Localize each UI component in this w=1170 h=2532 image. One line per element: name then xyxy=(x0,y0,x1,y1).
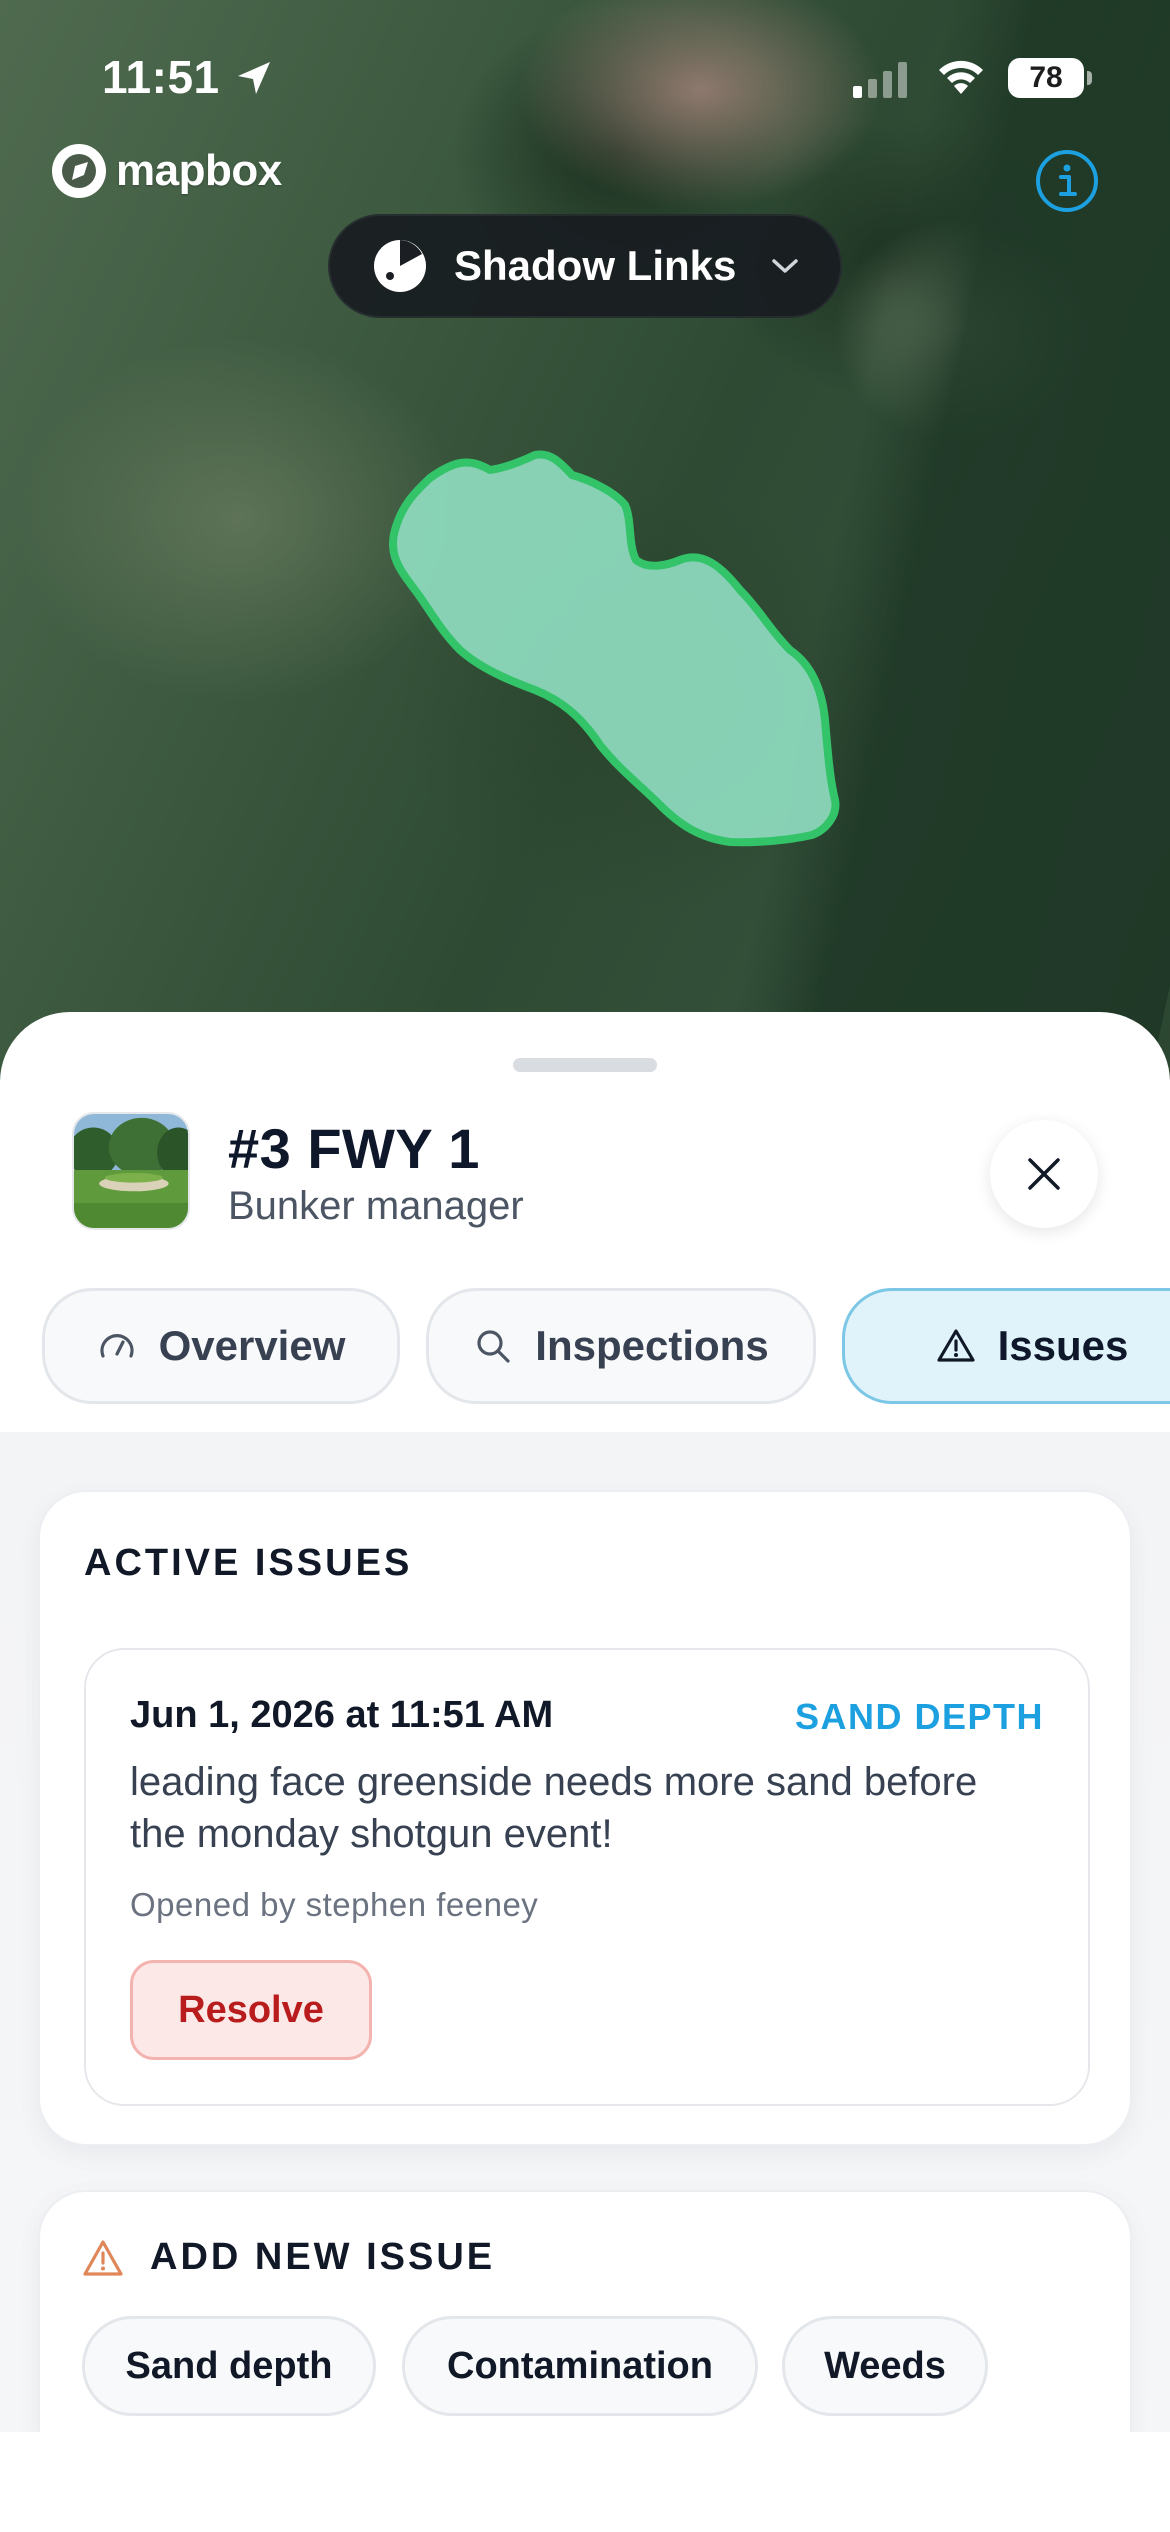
info-icon[interactable] xyxy=(1034,148,1100,214)
golf-course-icon xyxy=(374,240,426,292)
resolve-button[interactable]: Resolve xyxy=(130,1960,372,2060)
add-issue-header: ADD NEW ISSUE xyxy=(82,2236,495,2279)
gauge-icon xyxy=(100,1334,134,1358)
issue-description: leading face greenside needs more sand b… xyxy=(130,1760,978,1856)
add-issue-card: ADD NEW ISSUE Sand depth Contamination W… xyxy=(38,2190,1132,2432)
hole-subtitle: Bunker manager xyxy=(228,1184,524,1228)
tab-bar: Overview Inspections Issues xyxy=(42,1288,1170,1406)
tab-label-overview: Overview xyxy=(158,1322,346,1369)
sheet-grabber[interactable] xyxy=(513,1058,657,1072)
battery-indicator: 78 xyxy=(1008,58,1092,98)
issue-type-badge: SAND DEPTH xyxy=(794,1696,1044,1737)
warning-icon xyxy=(83,2239,123,2276)
hole-photo xyxy=(74,1114,188,1228)
satellite-map[interactable]: 11:51 78 mapbox Shadow Links xyxy=(0,0,1170,1080)
hole-title: #3 FWY 1 xyxy=(228,1117,480,1180)
issue-type-chip-contamination[interactable]: Contamination xyxy=(402,2316,758,2416)
location-arrow-icon xyxy=(238,62,270,94)
warning-icon xyxy=(937,1329,975,1362)
issue-item[interactable]: Jun 1, 2026 at 11:51 AM SAND DEPTH leadi… xyxy=(84,1648,1090,2106)
chevron-down-icon xyxy=(772,259,799,273)
close-icon xyxy=(1028,1158,1060,1190)
issue-opened-by: Opened by stephen feeney xyxy=(130,1886,539,1923)
add-issue-title: ADD NEW ISSUE xyxy=(150,2236,496,2278)
course-picker[interactable]: Shadow Links xyxy=(328,214,842,318)
bottom-sheet: #3 FWY 1 Bunker manager Overview Inspect… xyxy=(0,1012,1170,2432)
tab-label-inspections: Inspections xyxy=(535,1322,769,1369)
wifi-icon xyxy=(939,60,983,94)
mapbox-mark-icon xyxy=(52,144,106,198)
battery-level: 78 xyxy=(1008,58,1084,98)
tab-label-issues: Issues xyxy=(997,1322,1129,1369)
issue-type-chip-sand-depth[interactable]: Sand depth xyxy=(82,2316,376,2416)
mapbox-wordmark: mapbox xyxy=(116,146,282,195)
bunker-polygon[interactable] xyxy=(388,450,840,847)
issue-date: Jun 1, 2026 at 11:51 AM xyxy=(130,1694,554,1736)
active-issues-title: ACTIVE ISSUES xyxy=(84,1542,413,1584)
cellular-signal-icon xyxy=(853,62,907,98)
active-issues-card: ACTIVE ISSUES Jun 1, 2026 at 11:51 AM SA… xyxy=(38,1490,1132,2146)
sheet-content[interactable]: ACTIVE ISSUES Jun 1, 2026 at 11:51 AM SA… xyxy=(0,1432,1170,2432)
tab-overview[interactable]: Overview xyxy=(42,1288,400,1404)
course-name: Shadow Links xyxy=(454,242,737,289)
home-indicator-area xyxy=(0,2432,1170,2532)
search-icon xyxy=(477,1330,510,1363)
battery-cap xyxy=(1087,71,1092,85)
tab-inspections[interactable]: Inspections xyxy=(426,1288,816,1404)
issue-type-chip-weeds[interactable]: Weeds xyxy=(782,2316,988,2416)
status-time: 11:51 xyxy=(102,51,220,103)
close-button[interactable] xyxy=(990,1120,1098,1228)
mapbox-logo[interactable]: mapbox xyxy=(50,142,282,200)
tab-issues[interactable]: Issues xyxy=(842,1288,1170,1404)
hole-thumbnail xyxy=(72,1112,190,1230)
